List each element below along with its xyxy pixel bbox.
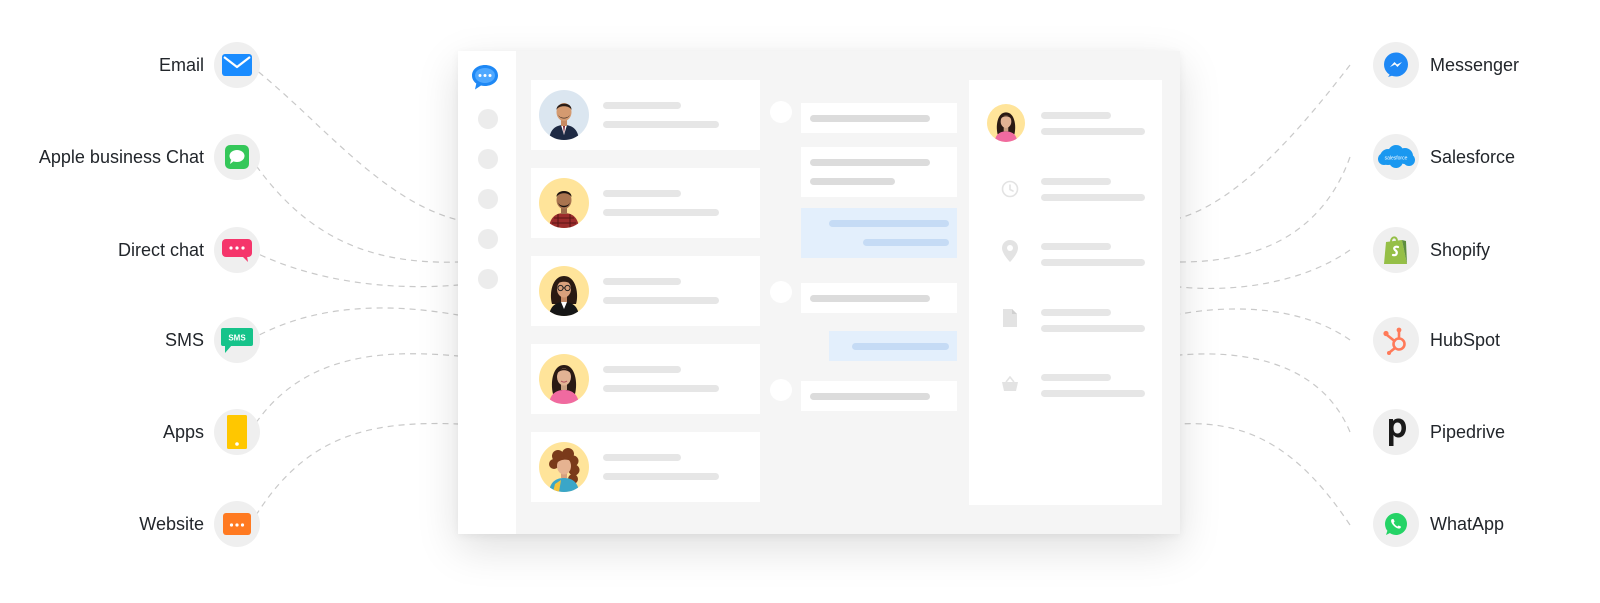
chat-bubble-icon — [214, 134, 260, 180]
basket-icon — [999, 373, 1021, 395]
outgoing-message — [801, 208, 957, 258]
whatsapp-icon — [1373, 501, 1419, 547]
channel-direct-chat[interactable]: Direct chat — [0, 227, 260, 273]
message-avatar-placeholder — [770, 281, 792, 303]
channel-email[interactable]: Email — [0, 42, 260, 88]
incoming-message — [801, 103, 957, 133]
message-avatar-placeholder — [770, 101, 792, 123]
channel-apps[interactable]: Apps — [0, 409, 260, 455]
app-logo-icon — [470, 63, 500, 96]
outgoing-message — [829, 331, 957, 361]
hubspot-icon — [1373, 317, 1419, 363]
avatar-man-plaid-shirt — [539, 178, 589, 228]
channel-label: SMS — [164, 329, 204, 350]
document-icon — [999, 307, 1021, 329]
channel-label: Website — [139, 513, 204, 534]
clock-icon — [999, 178, 1021, 200]
channel-label: Shopify — [1430, 239, 1491, 260]
channel-pipedrive[interactable]: Pipedrive — [1373, 409, 1593, 455]
channel-label: Email — [158, 54, 204, 75]
contact-details-panel — [969, 80, 1162, 505]
message-avatar-placeholder — [770, 379, 792, 401]
contact-card[interactable] — [531, 344, 760, 414]
channel-label: Salesforce — [1430, 146, 1516, 167]
channel-label: HubSpot — [1430, 329, 1501, 350]
rail-nav-item[interactable] — [478, 229, 498, 249]
contact-card[interactable] — [531, 80, 760, 150]
channel-website[interactable]: Website — [0, 501, 260, 547]
envelope-icon — [214, 42, 260, 88]
direct-chat-icon — [214, 227, 260, 273]
browser-icon — [214, 501, 260, 547]
rail-nav-item[interactable] — [478, 189, 498, 209]
channel-label: Messenger — [1430, 54, 1520, 75]
app-window — [458, 51, 1180, 534]
sidebar-rail — [458, 51, 516, 534]
rail-nav-item[interactable] — [478, 149, 498, 169]
channel-hubspot[interactable]: HubSpot — [1373, 317, 1593, 363]
pipedrive-icon — [1373, 409, 1419, 455]
contact-card[interactable] — [531, 256, 760, 326]
messenger-icon — [1373, 42, 1419, 88]
channel-label: Apps — [162, 421, 204, 442]
incoming-message — [801, 147, 957, 197]
channel-messenger[interactable]: Messenger — [1373, 42, 1593, 88]
avatar-woman-pink — [987, 104, 1025, 142]
svg-text:SMS: SMS — [228, 334, 246, 343]
channel-label: Pipedrive — [1430, 421, 1506, 442]
rail-nav-item[interactable] — [478, 109, 498, 129]
channel-label: Direct chat — [117, 239, 204, 260]
location-pin-icon — [999, 240, 1021, 262]
avatar-woman-pink — [539, 354, 589, 404]
incoming-message — [801, 283, 957, 313]
channel-apple-business-chat[interactable]: Apple business Chat — [0, 134, 260, 180]
channel-label: WhatApp — [1430, 513, 1505, 534]
channel-label: Apple business Chat — [38, 146, 204, 167]
svg-text:salesforce: salesforce — [1385, 156, 1408, 162]
salesforce-icon: salesforce — [1373, 134, 1419, 180]
avatar-woman-curly-hair — [539, 442, 589, 492]
incoming-message — [801, 381, 957, 411]
channel-shopify[interactable]: Shopify — [1373, 227, 1593, 273]
contact-card[interactable] — [531, 432, 760, 502]
channel-whatsapp[interactable]: WhatApp — [1373, 501, 1593, 547]
sms-icon: SMS — [214, 317, 260, 363]
channel-salesforce[interactable]: salesforce Salesforce — [1373, 134, 1593, 180]
shopify-icon — [1373, 227, 1419, 273]
avatar-woman-glasses — [539, 266, 589, 316]
channel-sms[interactable]: SMS SMS — [0, 317, 260, 363]
rail-nav-item[interactable] — [478, 269, 498, 289]
mobile-phone-icon — [214, 409, 260, 455]
avatar-man-suit — [539, 90, 589, 140]
contact-card[interactable] — [531, 168, 760, 238]
